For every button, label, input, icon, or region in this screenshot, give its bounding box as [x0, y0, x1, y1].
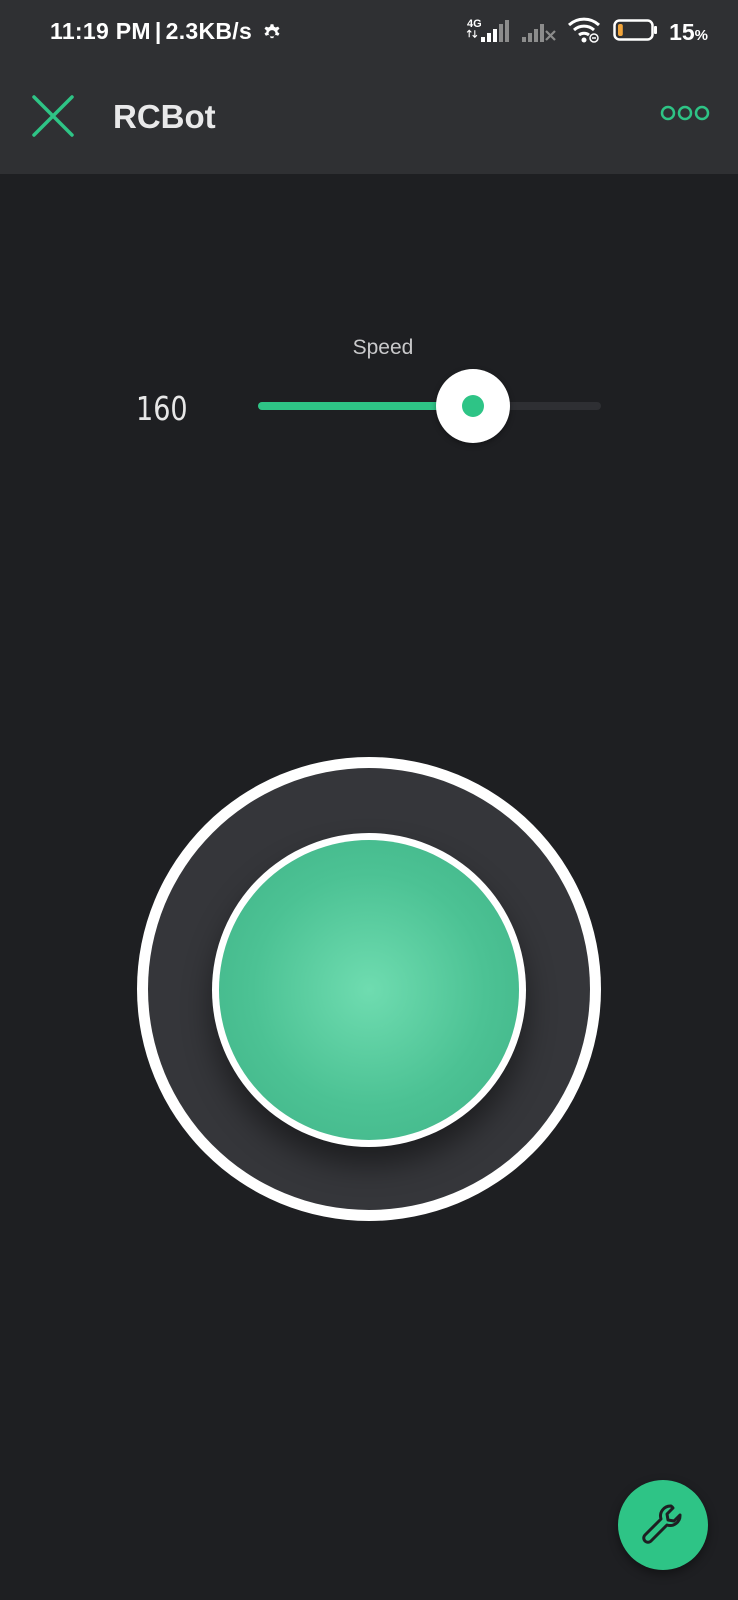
status-left: 11:19 PM | 2.3KB/s — [50, 18, 284, 45]
wifi-icon — [567, 16, 603, 49]
status-time: 11:19 PM — [50, 18, 151, 44]
speed-slider-label: Speed — [352, 336, 414, 359]
signal-4g-icon: 4G — [465, 17, 511, 48]
more-options-button[interactable] — [660, 103, 710, 123]
settings-fab-button[interactable] — [618, 1480, 708, 1570]
battery-fill — [618, 24, 623, 36]
battery-percent: 15% — [669, 19, 708, 45]
close-icon — [32, 95, 74, 137]
app-bar: RCBot — [0, 68, 738, 174]
page-title: RCBot — [113, 98, 216, 135]
joystick-knob-fill — [219, 840, 519, 1140]
speed-slider-thumb[interactable] — [436, 369, 511, 443]
settings-gear-icon — [260, 20, 284, 44]
more-options-icon — [660, 105, 710, 121]
app-screen: 11:19 PM | 2.3KB/s 4G 15% RCBot Speed 16… — [0, 0, 738, 1600]
speed-slider-thumb-dot — [462, 395, 485, 417]
speed-slider-value: 160 — [136, 389, 188, 428]
joystick-knob[interactable] — [212, 833, 526, 1147]
battery-icon — [613, 18, 659, 47]
wrench-icon — [642, 1504, 682, 1544]
signal-no-service-icon — [521, 17, 557, 48]
status-right: 4G 15% — [465, 16, 708, 49]
status-network-speed: 2.3KB/s — [165, 18, 253, 44]
close-button[interactable] — [30, 93, 76, 139]
status-bar: 11:19 PM | 2.3KB/s 4G 15% — [0, 0, 738, 68]
speed-slider-track[interactable] — [258, 402, 601, 410]
network-type-label: 4G — [467, 18, 482, 30]
status-separator: | — [154, 18, 162, 44]
